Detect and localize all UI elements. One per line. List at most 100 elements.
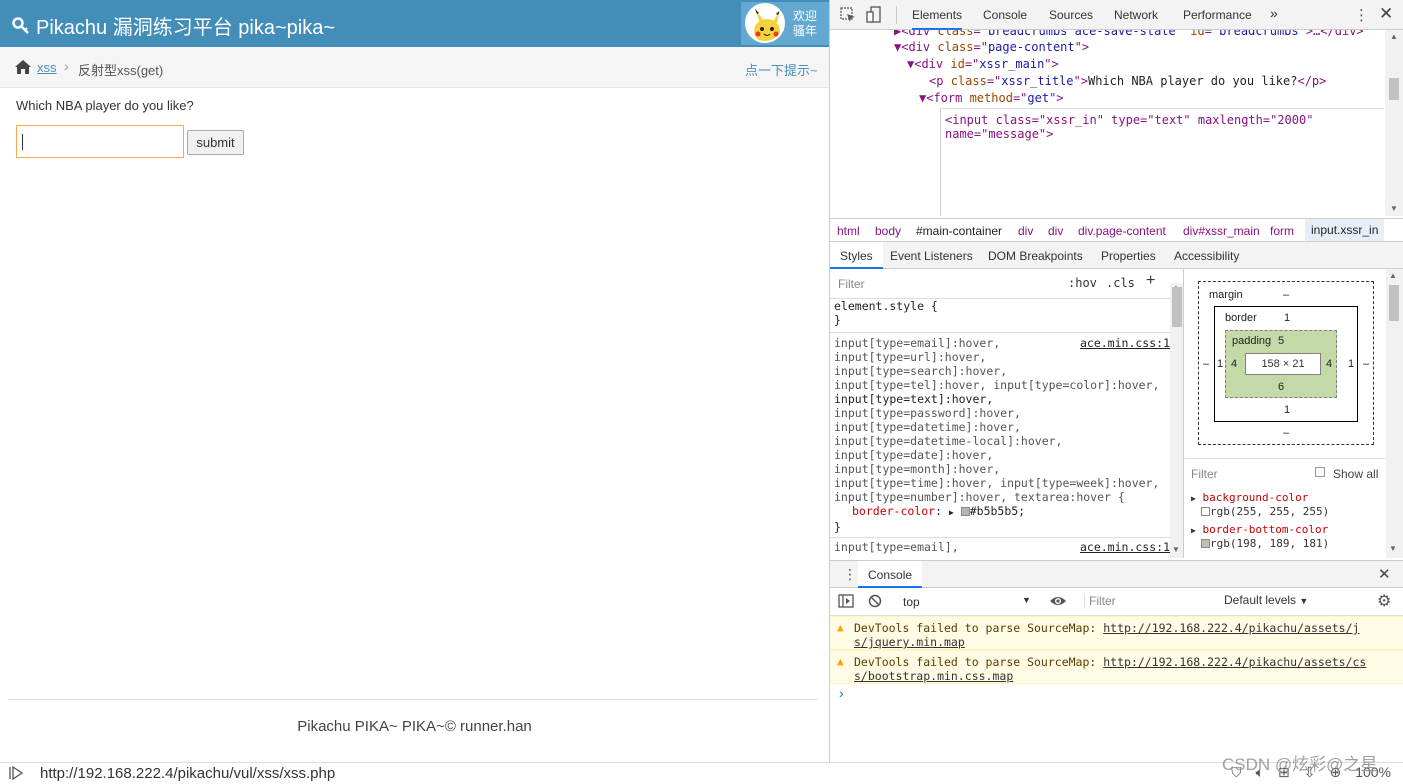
box-model-border[interactable]: border 1 1 1 1 padding 5 6 4 4 158 × 21 xyxy=(1214,306,1358,422)
tab-elements[interactable]: Elements xyxy=(912,0,963,30)
devtools-panel: Elements Console Sources Network Perform… xyxy=(829,0,1403,762)
crumb-item[interactable]: div xyxy=(1048,224,1063,238)
margin-top: – xyxy=(1283,289,1290,301)
sourcemap-link[interactable]: s/jquery.min.map xyxy=(854,635,965,649)
sidebar-toggle-icon[interactable] xyxy=(838,594,854,611)
computed-filter-input[interactable]: Filter xyxy=(1191,467,1218,481)
avatar xyxy=(745,3,785,43)
drawer-menu-icon[interactable]: ⋮ xyxy=(843,566,857,583)
crumb-item[interactable]: div#xssr_main xyxy=(1183,224,1260,238)
play-icon[interactable] xyxy=(8,765,24,784)
hov-toggle[interactable]: :hov xyxy=(1068,276,1097,290)
brand[interactable]: Pikachu 漏洞练习平台 pika~pika~ xyxy=(12,11,335,40)
scrollbar[interactable]: ▲ ▼ xyxy=(1385,30,1403,216)
color-swatch xyxy=(1201,539,1210,548)
console-warning[interactable]: ▲ DevTools failed to parse SourceMap: ht… xyxy=(830,650,1403,684)
more-tabs-chevron-icon[interactable]: » xyxy=(1270,5,1278,21)
log-levels-label: Default levels xyxy=(1224,593,1297,607)
divider xyxy=(830,332,1170,333)
computed-value: rgb(198, 189, 181) xyxy=(1201,537,1329,551)
sourcemap-link[interactable]: s/bootstrap.min.css.map xyxy=(854,669,1013,683)
tab-accessibility[interactable]: Accessibility xyxy=(1174,249,1239,263)
pikachu-page: Pikachu 漏洞练习平台 pika~pika~ 欢迎 骚年 xss › 反射… xyxy=(0,0,829,762)
tree-node[interactable]: <p class="xssr_title">Which NBA player d… xyxy=(929,73,1326,90)
crumb-item[interactable]: form xyxy=(1270,224,1294,238)
computed-prop-value: rgb(198, 189, 181) xyxy=(1210,537,1330,550)
welcome-line2: 骚年 xyxy=(793,24,818,38)
console-filter-input[interactable]: Filter xyxy=(1084,594,1214,608)
new-rule-plus-icon[interactable]: + xyxy=(1146,272,1155,290)
tree-node[interactable]: ▼<form method="get"> xyxy=(919,90,1064,107)
crumb-item[interactable]: body xyxy=(875,224,901,238)
breadcrumb-current: 反射型xss(get) xyxy=(78,63,164,78)
tab-event-listeners[interactable]: Event Listeners xyxy=(890,249,973,263)
box-model-margin[interactable]: margin – – – – border 1 1 1 1 padding 5 … xyxy=(1198,281,1374,445)
crumb-item[interactable]: div.page-content xyxy=(1078,224,1166,238)
computed-prop[interactable]: ▶ border-bottom-color xyxy=(1191,523,1328,538)
tab-console[interactable]: Console xyxy=(983,8,1027,22)
tree-node[interactable]: ▼<div class="page-content"> xyxy=(894,39,1089,56)
message-input[interactable] xyxy=(16,125,184,158)
clear-console-icon[interactable] xyxy=(868,594,882,611)
submit-button[interactable]: submit xyxy=(187,130,244,155)
divider xyxy=(830,537,1170,538)
device-toolbar-icon[interactable] xyxy=(866,6,882,27)
crumb-item[interactable]: html xyxy=(837,224,860,238)
rule-source-link[interactable]: ace.min.css:1 xyxy=(1080,336,1170,350)
scrollbar[interactable]: ▲ ▼ xyxy=(1386,269,1403,558)
log-levels-select[interactable]: Default levels ▼ xyxy=(1224,593,1308,607)
console-drawer-tab[interactable]: Console xyxy=(858,561,923,588)
sourcemap-link[interactable]: http://192.168.222.4/pikachu/assets/j xyxy=(1103,621,1359,635)
selector-line: input[type=time]:hover, input[type=week]… xyxy=(834,476,1160,490)
crumb-item[interactable]: div xyxy=(1018,224,1033,238)
styles-subtabs: Styles Event Listeners DOM Breakpoints P… xyxy=(830,242,1403,269)
element-style-rule[interactable]: element.style { } xyxy=(834,299,1170,327)
html-edit-box[interactable]: <input class="xssr_in" type="text" maxle… xyxy=(940,108,1384,216)
styles-filter-input[interactable]: Filter xyxy=(834,274,1058,294)
scrollbar[interactable]: ▲ ▼ xyxy=(1170,283,1183,558)
tab-network[interactable]: Network xyxy=(1114,8,1158,22)
tab-sources[interactable]: Sources xyxy=(1049,8,1093,22)
rule-source-link[interactable]: ace.min.css:1 xyxy=(1080,540,1170,554)
breadcrumb-link-xss[interactable]: xss xyxy=(37,60,57,75)
kebab-menu-icon[interactable]: ⋮ xyxy=(1354,6,1369,24)
tabbar-divider xyxy=(896,6,897,24)
computed-props: ▶ background-color rgb(255, 255, 255) ▶ … xyxy=(1185,488,1385,558)
crumb-item-selected[interactable]: input.xssr_in xyxy=(1305,219,1385,241)
selector-line: input[type=datetime-local]:hover, xyxy=(834,434,1063,448)
gear-icon[interactable]: ⚙ xyxy=(1377,591,1391,611)
close-drawer-icon[interactable]: ✕ xyxy=(1378,565,1391,583)
context-select[interactable]: top ▼ xyxy=(896,593,1032,611)
eye-icon[interactable] xyxy=(1049,594,1067,611)
hover-rule[interactable]: ace.min.css:1 input[type=email]:hover, i… xyxy=(834,336,1170,534)
close-devtools-icon[interactable]: ✕ xyxy=(1379,4,1393,24)
css-declaration[interactable]: border-color: ▶ #b5b5b5; xyxy=(834,504,1170,520)
padding-left: 4 xyxy=(1231,358,1238,370)
border-bottom: 1 xyxy=(1284,404,1291,416)
box-model-padding[interactable]: padding 5 6 4 4 158 × 21 xyxy=(1225,330,1337,398)
console-warning[interactable]: ▲ DevTools failed to parse SourceMap: ht… xyxy=(830,616,1403,650)
tree-node[interactable]: ▼<div id="xssr_main"> xyxy=(907,56,1059,73)
box-model-content[interactable]: 158 × 21 xyxy=(1245,353,1321,375)
console-prompt[interactable]: › xyxy=(839,685,844,701)
margin-right: – xyxy=(1363,358,1370,370)
inspect-element-icon[interactable] xyxy=(840,7,856,26)
home-icon[interactable] xyxy=(14,59,32,78)
user-menu[interactable]: 欢迎 骚年 xyxy=(741,2,829,45)
tab-performance[interactable]: Performance xyxy=(1183,8,1252,22)
show-all-checkbox[interactable] xyxy=(1315,467,1325,477)
email-rule[interactable]: ace.min.css:1 input[type=email], xyxy=(834,540,1170,554)
tab-dom-breakpoints[interactable]: DOM Breakpoints xyxy=(988,249,1083,263)
tab-styles[interactable]: Styles xyxy=(830,242,883,269)
color-swatch[interactable] xyxy=(960,507,970,516)
sourcemap-link[interactable]: http://192.168.222.4/pikachu/assets/cs xyxy=(1103,655,1366,669)
rule-close: } xyxy=(834,520,841,534)
cls-toggle[interactable]: .cls xyxy=(1106,276,1135,290)
warning-icon: ▲ xyxy=(837,655,844,668)
crumb-item[interactable]: #main-container xyxy=(916,224,1002,238)
site-title: Pikachu 漏洞练习平台 pika~pika~ xyxy=(36,17,336,39)
computed-prop[interactable]: ▶ background-color xyxy=(1191,491,1308,506)
hint-link[interactable]: 点一下提示~ xyxy=(745,60,818,79)
elements-tree[interactable]: ▶<div class="breadcrumbs ace-save-state"… xyxy=(830,30,1385,216)
tab-properties[interactable]: Properties xyxy=(1101,249,1156,263)
